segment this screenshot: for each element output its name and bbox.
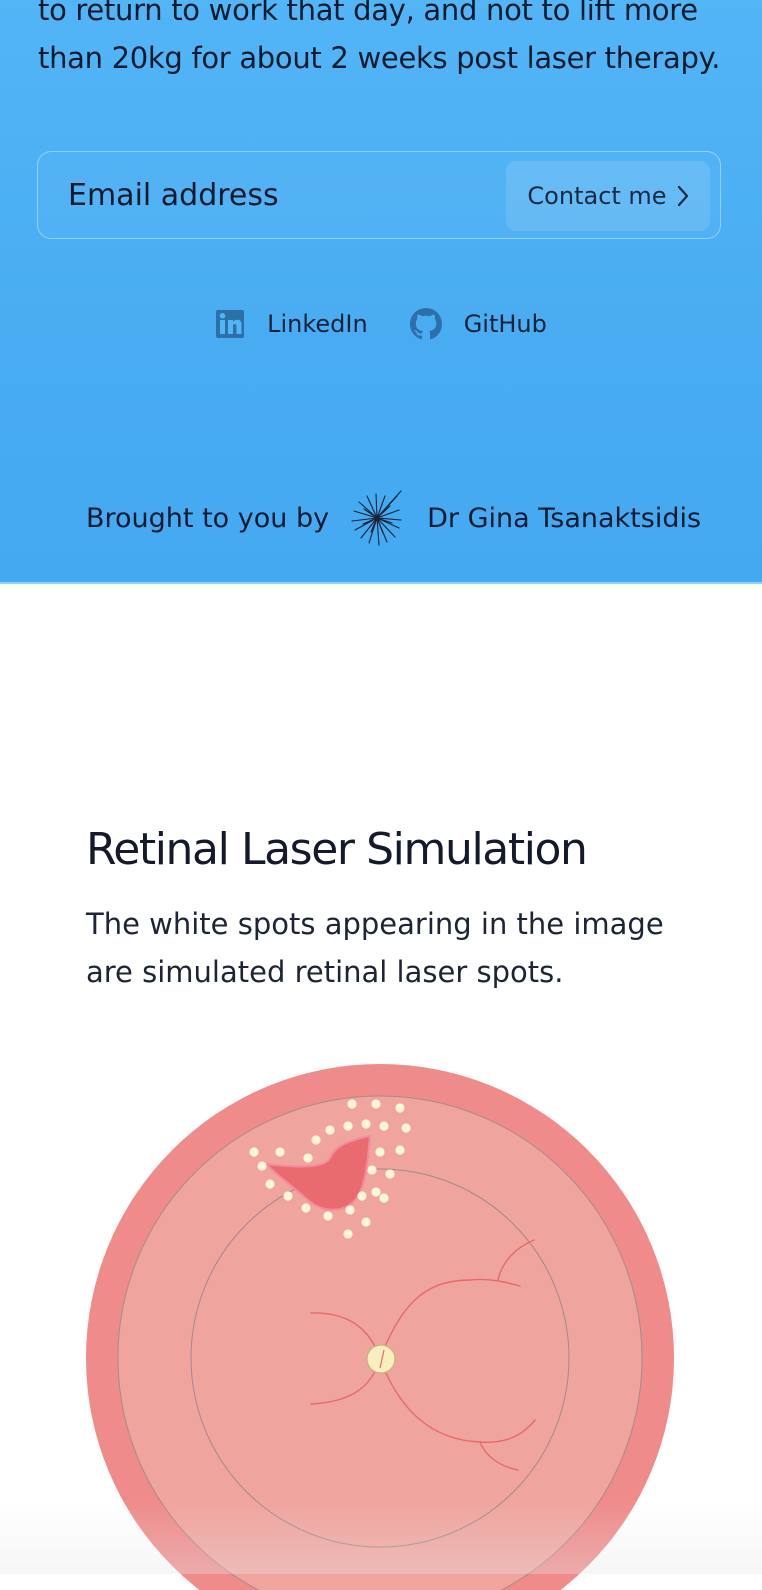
laser-spot [367,1165,377,1175]
contact-banner: to return to work that day, and not to l… [0,0,762,584]
credit-prefix: Brought to you by [86,502,330,534]
laser-spot [375,1147,385,1157]
laser-spot [345,1205,355,1215]
social-links: LinkedIn GitHub [0,308,762,340]
contact-me-button[interactable]: Contact me [506,161,710,231]
linkedin-link[interactable]: LinkedIn [215,308,368,340]
laser-spot [343,1121,353,1131]
intro-line-1: to return to work that day, and not to l… [38,0,698,27]
laser-spot [325,1125,335,1135]
author-logo-icon [351,490,402,546]
retina-diagram [86,1064,674,1590]
laser-spot [303,1153,313,1163]
contact-me-label: Contact me [527,182,667,210]
laser-spot [371,1187,381,1197]
laser-spot [265,1179,275,1189]
credit-line: Brought to you by Dr Gina Tsanaktsidis [86,490,726,546]
laser-spot [357,1191,367,1201]
optic-disc [366,1344,396,1374]
author-name: Dr Gina Tsanaktsidis [427,502,702,534]
laser-spot [371,1099,381,1109]
laser-spot [343,1229,353,1239]
laser-spot [249,1147,259,1157]
laser-spot [379,1193,389,1203]
laser-spot [379,1121,389,1131]
laser-spot [323,1211,333,1221]
laser-spot [395,1145,405,1155]
intro-line-2: than 20kg for about 2 weeks post laser t… [38,41,721,75]
laser-spot [395,1103,405,1113]
laser-spot [361,1119,371,1129]
laser-spot [257,1161,267,1171]
email-input[interactable] [68,170,468,220]
linkedin-label: LinkedIn [267,310,368,338]
linkedin-icon [216,310,245,338]
laser-spot [401,1123,411,1133]
github-link[interactable]: GitHub [409,308,547,340]
laser-spot [361,1217,371,1227]
github-label: GitHub [463,310,547,338]
intro-text: to return to work that day, and not to l… [38,0,738,82]
github-icon [409,308,442,340]
section-title: Retinal Laser Simulation [86,824,588,875]
laser-spot [347,1099,357,1109]
laser-spot [283,1191,293,1201]
laser-spot [385,1169,395,1179]
chevron-right-icon [677,185,688,207]
section-description: The white spots appearing in the image a… [86,907,664,989]
contact-form: Contact me [37,151,721,239]
laser-spot [311,1135,321,1145]
laser-spot [301,1203,311,1213]
laser-spot [275,1147,285,1157]
